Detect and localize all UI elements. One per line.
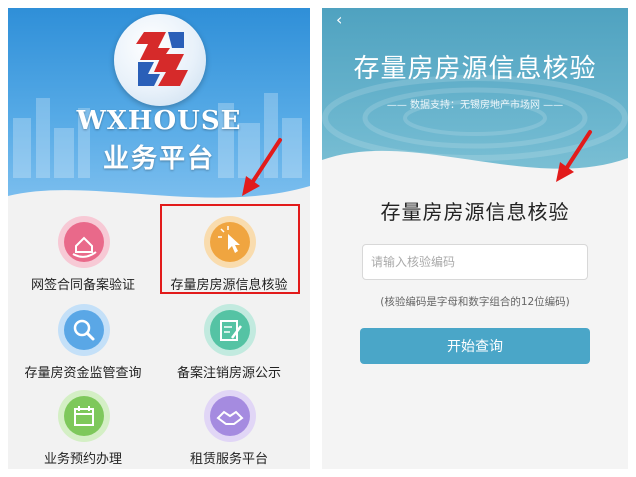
menu-item-appointment[interactable]: 业务预约办理 (8, 390, 158, 469)
edit-document-icon (204, 304, 256, 356)
magnifier-icon (58, 304, 110, 356)
handshake-icon (204, 390, 256, 442)
form-heading: 存量房房源信息核验 (380, 200, 570, 224)
menu-label: 网签合同备案验证 (30, 278, 135, 293)
hand-house-icon (58, 216, 110, 268)
menu-label: 业务预约办理 (43, 452, 122, 467)
data-source-subtitle: —— 数据支持：无锡房地产市场网 —— (386, 100, 564, 111)
menu-label: 存量房资金监管查询 (24, 366, 142, 381)
verification-code-input[interactable] (362, 244, 588, 280)
calendar-icon (58, 390, 110, 442)
business-platform-screen: WXHOUSE 业务平台 网签合同备案验证 存量房房源信息核验 存量房资金监管查… (8, 8, 310, 469)
menu-label: 备案注销房源公示 (176, 366, 281, 381)
red-arrow-icon (242, 138, 282, 196)
menu-item-contract-verification[interactable]: 网签合同备案验证 (8, 216, 158, 306)
input-hint: (核验编码是字母和数字组合的12位编码) (380, 296, 570, 308)
logo (114, 14, 206, 106)
start-query-button[interactable]: 开始查询 (360, 328, 590, 364)
menu-item-fund-supervision[interactable]: 存量房资金监管查询 (8, 304, 158, 394)
brand-english: WXHOUSE (76, 106, 242, 136)
back-chevron-icon[interactable]: ‹ (336, 10, 342, 29)
menu-item-rental-platform[interactable]: 租赁服务平台 (154, 390, 304, 469)
menu-item-cancellation-notice[interactable]: 备案注销房源公示 (154, 304, 304, 394)
red-arrow-icon (556, 130, 592, 182)
menu-label: 租赁服务平台 (189, 452, 268, 467)
highlight-frame (160, 204, 300, 294)
page-title: 存量房房源信息核验 (353, 54, 597, 84)
verification-screen: ‹ 存量房房源信息核验 —— 数据支持：无锡房地产市场网 —— 存量房房源信息核… (322, 8, 628, 469)
